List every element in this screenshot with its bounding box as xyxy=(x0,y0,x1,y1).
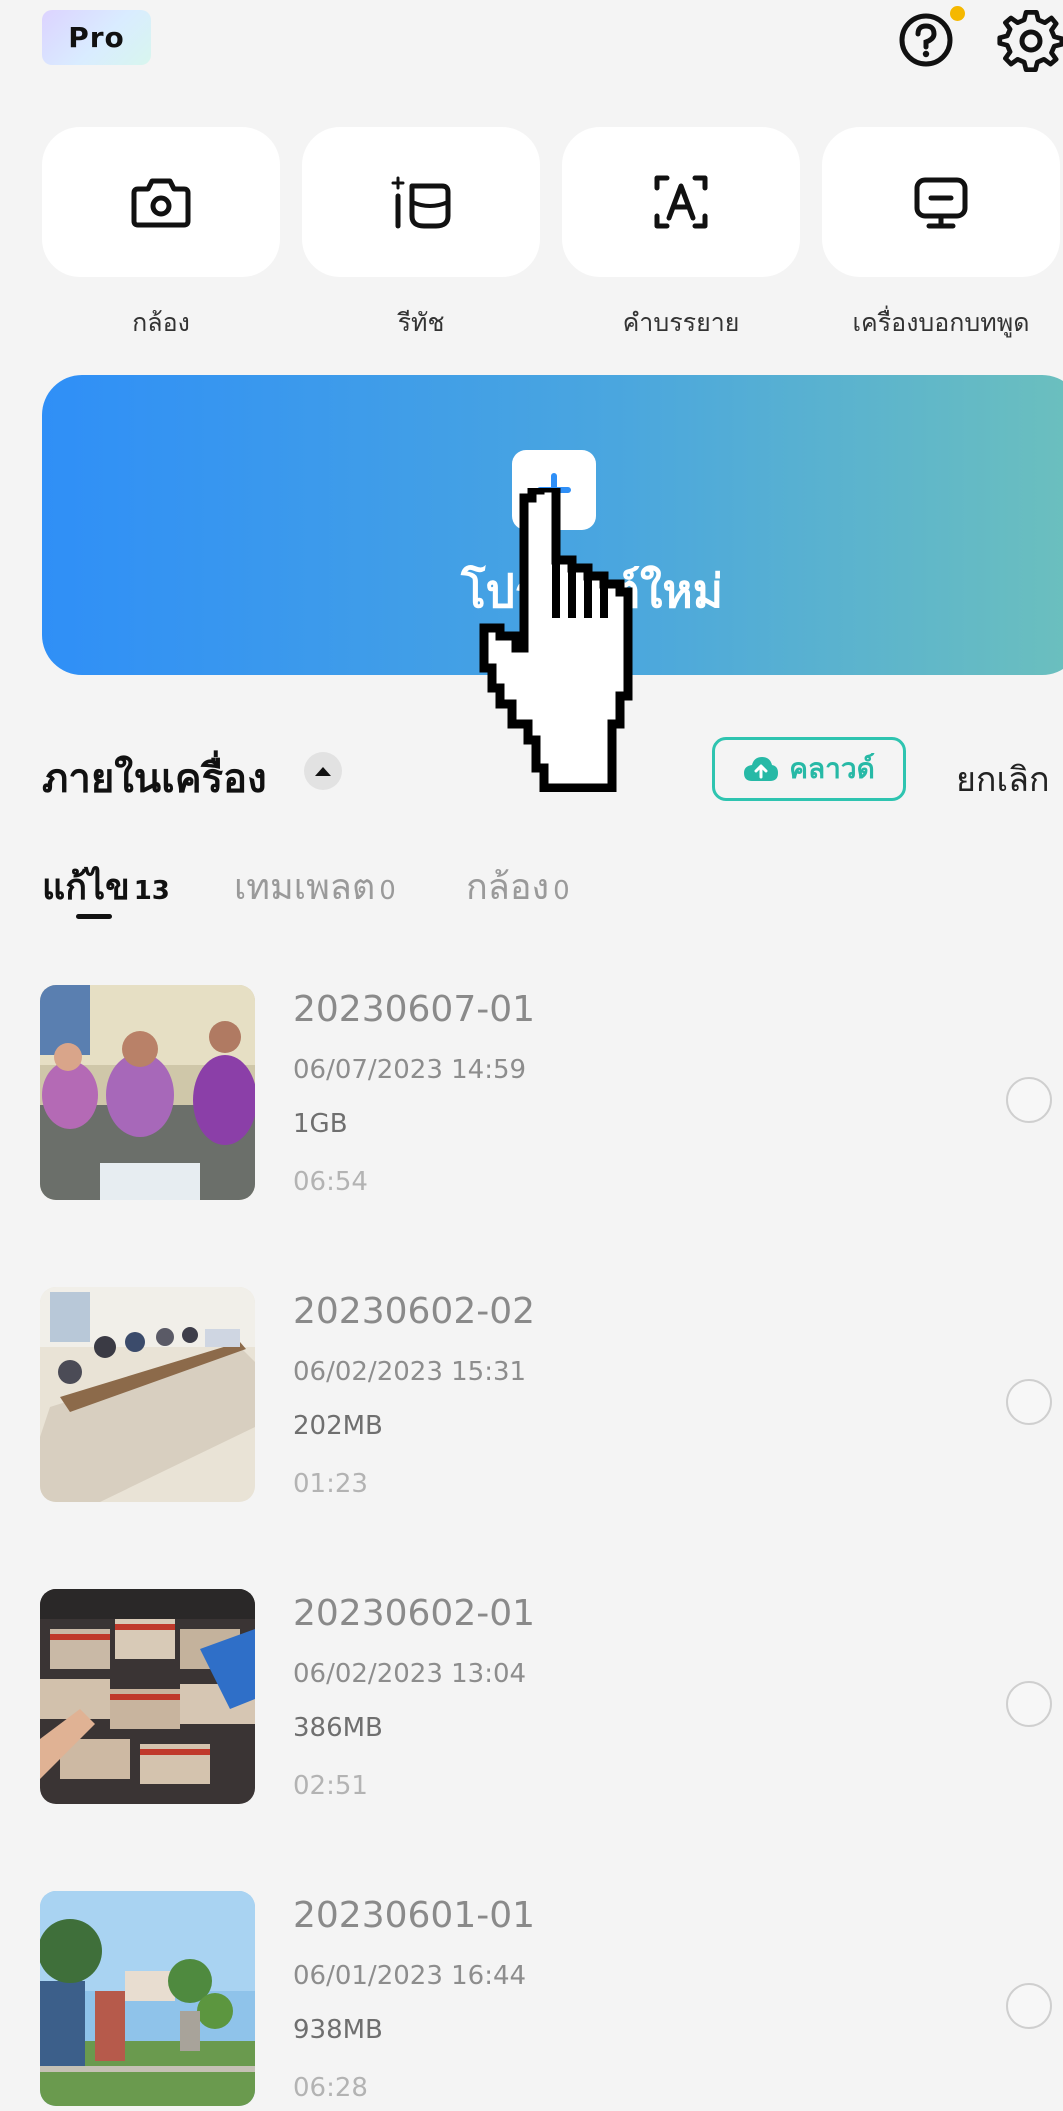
help-button[interactable] xyxy=(894,8,958,72)
tab-camera-count: 0 xyxy=(553,876,570,906)
notification-dot xyxy=(950,6,965,21)
teleprompter-icon xyxy=(914,177,968,229)
tab-edit-count: 13 xyxy=(133,876,170,906)
select-radio[interactable] xyxy=(1006,1379,1052,1425)
select-radio[interactable] xyxy=(1006,1077,1052,1123)
pro-badge-label: Pro xyxy=(68,21,125,54)
tab-template[interactable]: เทมเพลต 0 xyxy=(234,858,396,915)
project-title: 20230602-02 xyxy=(293,1291,536,1332)
project-row[interactable]: 20230601-01 06/01/2023 16:44 938MB 06:28 xyxy=(0,1891,1063,2111)
hand-pointer-icon xyxy=(479,488,633,792)
thumbnail-image xyxy=(40,1287,255,1502)
tool-captions-label: คำบรรยาย xyxy=(622,308,740,337)
tab-edit[interactable]: แก้ไข 13 xyxy=(42,858,170,915)
retouch-icon xyxy=(391,176,451,229)
project-date: 06/02/2023 13:04 xyxy=(293,1659,527,1689)
gear-icon xyxy=(997,9,1063,73)
project-duration: 06:54 xyxy=(293,1167,368,1197)
project-row[interactable]: 20230602-01 06/02/2023 13:04 386MB 02:51 xyxy=(0,1589,1063,1809)
project-row[interactable]: 20230607-01 06/07/2023 14:59 1GB 06:54 xyxy=(0,985,1063,1205)
tool-captions-card[interactable] xyxy=(562,127,800,277)
project-size: 202MB xyxy=(293,1411,383,1441)
project-title: 20230601-01 xyxy=(293,1895,536,1936)
tool-retouch-card[interactable] xyxy=(302,127,540,277)
project-date: 06/01/2023 16:44 xyxy=(293,1961,527,1991)
tool-captions[interactable]: คำบรรยาย xyxy=(562,127,800,343)
project-thumbnail[interactable] xyxy=(40,985,255,1200)
tool-teleprompter[interactable]: เครื่องบอกบทพูด xyxy=(822,127,1060,343)
thumbnail-image xyxy=(40,1891,255,2106)
tab-edit-label: แก้ไข xyxy=(42,867,130,908)
cloud-button-label: คลาวด์ xyxy=(789,752,875,785)
thumbnail-image xyxy=(40,985,255,1200)
tab-camera[interactable]: กล้อง 0 xyxy=(466,858,570,915)
tool-teleprompter-card[interactable] xyxy=(822,127,1060,277)
tab-template-count: 0 xyxy=(379,876,396,906)
section-toggle-button[interactable] xyxy=(304,752,342,790)
cloud-upload-icon xyxy=(744,757,779,781)
tool-retouch-label: รีทัช xyxy=(397,308,445,337)
project-duration: 06:28 xyxy=(293,2073,368,2103)
tool-retouch[interactable]: รีทัช xyxy=(302,127,540,343)
project-date: 06/02/2023 15:31 xyxy=(293,1357,527,1387)
project-date: 06/07/2023 14:59 xyxy=(293,1055,527,1085)
tool-teleprompter-label: เครื่องบอกบทพูด xyxy=(852,308,1030,337)
tool-camera-label: กล้อง xyxy=(132,308,190,337)
help-circle-icon xyxy=(899,13,953,67)
cloud-button[interactable]: คลาวด์ xyxy=(712,737,906,801)
tool-camera-card[interactable] xyxy=(42,127,280,277)
project-size: 1GB xyxy=(293,1109,348,1139)
select-radio[interactable] xyxy=(1006,1681,1052,1727)
tool-camera[interactable]: กล้อง xyxy=(42,127,280,343)
caret-up-icon xyxy=(315,767,331,776)
pro-badge[interactable]: Pro xyxy=(42,10,151,65)
project-title: 20230602-01 xyxy=(293,1593,536,1634)
project-size: 938MB xyxy=(293,2015,383,2045)
select-radio[interactable] xyxy=(1006,1983,1052,2029)
camera-icon xyxy=(131,178,191,228)
active-tab-indicator xyxy=(76,914,112,919)
thumbnail-image xyxy=(40,1589,255,1804)
project-duration: 01:23 xyxy=(293,1469,368,1499)
section-title: ภายในเครื่อง xyxy=(42,756,267,802)
cancel-button[interactable]: ยกเลิก xyxy=(956,752,1050,806)
project-thumbnail[interactable] xyxy=(40,1287,255,1502)
settings-button[interactable] xyxy=(996,6,1063,76)
tab-template-label: เทมเพลต xyxy=(234,867,376,908)
project-row[interactable]: 20230602-02 06/02/2023 15:31 202MB 01:23 xyxy=(0,1287,1063,1507)
captions-icon xyxy=(654,175,708,229)
project-thumbnail[interactable] xyxy=(40,1891,255,2106)
tab-camera-label: กล้อง xyxy=(466,867,550,908)
project-title: 20230607-01 xyxy=(293,989,536,1030)
project-thumbnail[interactable] xyxy=(40,1589,255,1804)
project-size: 386MB xyxy=(293,1713,383,1743)
project-duration: 02:51 xyxy=(293,1771,368,1801)
